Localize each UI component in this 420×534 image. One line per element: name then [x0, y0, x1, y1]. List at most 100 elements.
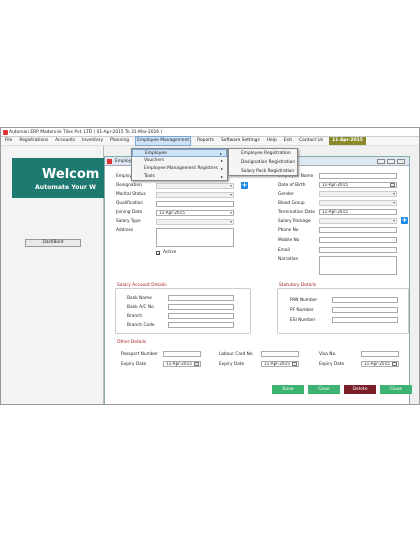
clear-button[interactable]: Clear — [308, 385, 340, 394]
active-label: Active — [163, 250, 177, 255]
menu-exit[interactable]: Exit — [283, 137, 293, 145]
salary-type-select[interactable]: ▾ — [156, 219, 234, 225]
employee-name-input[interactable] — [319, 173, 397, 179]
branch-input[interactable] — [168, 313, 234, 319]
statutory-title: Statutory Details — [279, 283, 317, 288]
other-details-title: Other Details — [117, 340, 147, 345]
menu-item-employee[interactable]: Employee ▸ — [132, 149, 227, 157]
gender-select[interactable]: ▾ — [319, 191, 397, 197]
labour-expiry-picker[interactable]: 11-Apr-2015 — [261, 361, 299, 367]
labour-expiry-value: 11-Apr-2015 — [264, 361, 290, 366]
chevron-down-icon: ▾ — [229, 219, 232, 224]
address-input[interactable] — [156, 228, 234, 247]
chevron-down-icon: ▾ — [229, 210, 232, 215]
chevron-down-icon: ▾ — [229, 192, 232, 197]
blood-group-select[interactable]: ▾ — [319, 200, 397, 206]
menu-item-vouchers[interactable]: Vouchers ▸ — [132, 157, 227, 165]
menu-item-salary-pack-registration[interactable]: Salary Pack Registration — [229, 168, 297, 176]
marital-status-select[interactable]: ▾ — [156, 192, 234, 198]
active-checkbox[interactable]: ✓ — [156, 251, 160, 256]
chevron-right-icon: ▸ — [220, 166, 223, 171]
pan-input[interactable] — [332, 297, 398, 303]
salary-type-label: Salary Type — [116, 219, 141, 224]
menu-item-label: Vouchers — [144, 158, 165, 163]
menu-item-designation-registration[interactable]: Designation Registration — [229, 159, 297, 167]
delete-button[interactable]: Delete — [344, 385, 376, 394]
welcome-title: Welcom — [42, 167, 100, 182]
menu-bar: File Registrations Accounts Inventory Pl… — [1, 136, 419, 146]
menu-item-label: Tools — [144, 174, 155, 179]
visa-input[interactable] — [361, 351, 399, 357]
marital-status-label: Marital Status — [116, 192, 146, 197]
narration-label: Narration — [278, 257, 299, 262]
menu-item-tools[interactable]: Tools ▸ — [132, 173, 227, 181]
email-label: Email — [278, 248, 290, 253]
phone-input[interactable] — [319, 227, 397, 233]
pan-label: PAN Number — [290, 298, 318, 303]
menu-reports[interactable]: Reports — [196, 137, 215, 145]
menu-accounts[interactable]: Accounts — [54, 137, 76, 145]
menu-contact-us[interactable]: Contact Us — [298, 137, 324, 145]
pf-input[interactable] — [332, 307, 398, 313]
close-button[interactable]: Close — [380, 385, 412, 394]
termination-date-picker[interactable]: 11-Apr-2015 — [319, 209, 397, 215]
minimize-icon[interactable] — [377, 159, 385, 164]
passport-input[interactable] — [163, 351, 201, 357]
narration-input[interactable] — [319, 256, 397, 275]
financial-year-badge: 11-Apr-2015 — [329, 137, 366, 145]
chevron-right-icon: ▸ — [220, 158, 223, 163]
chevron-down-icon: ▾ — [392, 200, 395, 205]
mobile-label: Mobile No — [278, 238, 300, 243]
menu-employee-management[interactable]: Employee Management — [135, 136, 192, 146]
menu-software-settings[interactable]: Software Settings — [220, 137, 261, 145]
dob-picker[interactable]: 11-Apr-2015 — [319, 182, 397, 188]
add-salary-package-button[interactable]: + — [401, 217, 408, 224]
esi-label: ESI Number — [290, 318, 316, 323]
employee-management-menu: Employee ▸ Vouchers ▸ Employee Management … — [131, 148, 228, 181]
menu-planning[interactable]: Planning — [109, 137, 130, 145]
salary-package-select[interactable]: ▾ — [319, 218, 397, 224]
branch-code-label: Branch Code — [127, 323, 155, 328]
blood-group-label: Blood Group — [278, 201, 305, 206]
designation-select[interactable]: ▾ — [156, 183, 234, 189]
employee-submenu: Employee Registration Designation Regist… — [228, 148, 298, 176]
mobile-input[interactable] — [319, 237, 397, 243]
esi-input[interactable] — [332, 317, 398, 323]
menu-item-label: Employee Management Registers — [144, 166, 218, 171]
menu-help[interactable]: Help — [266, 137, 278, 145]
calendar-icon[interactable] — [292, 362, 297, 366]
termination-date-label: Termination Date — [278, 210, 315, 215]
app-logo-icon — [3, 130, 8, 135]
passport-expiry-picker[interactable]: 11-Apr-2015 — [163, 361, 201, 367]
qualification-input[interactable] — [156, 201, 234, 207]
menu-inventory[interactable]: Inventory — [81, 137, 104, 145]
add-designation-button[interactable]: + — [241, 182, 248, 189]
close-icon[interactable] — [397, 159, 405, 164]
email-input[interactable] — [319, 247, 397, 253]
bank-ac-input[interactable] — [168, 304, 234, 310]
employee-form-window: Employee Employee Designation ▾ + Marita… — [104, 156, 412, 404]
pf-label: PF Number — [290, 308, 314, 313]
bank-name-input[interactable] — [168, 295, 234, 301]
dashboard-button[interactable]: DashBord — [25, 239, 81, 247]
labour-card-input[interactable] — [261, 351, 299, 357]
visa-expiry-picker[interactable]: 11-Apr-2015 — [361, 361, 399, 367]
branch-code-input[interactable] — [168, 322, 234, 328]
salary-account-title: Salary Account Details — [117, 283, 167, 288]
calendar-icon[interactable] — [392, 362, 397, 366]
menu-item-registers[interactable]: Employee Management Registers ▸ — [132, 165, 227, 173]
menu-item-label: Employee — [145, 151, 167, 156]
menu-file[interactable]: File — [4, 137, 13, 145]
maximize-icon[interactable] — [387, 159, 395, 164]
save-button[interactable]: Save — [272, 385, 304, 394]
menu-registrations[interactable]: Registrations — [18, 137, 49, 145]
calendar-icon[interactable] — [194, 362, 199, 366]
address-label: Address — [116, 228, 134, 233]
joining-date-picker[interactable]: 11-Apr-2015 ▾ — [156, 210, 234, 216]
calendar-icon[interactable] — [390, 183, 395, 187]
dob-value: 11-Apr-2015 — [322, 182, 348, 187]
designation-label: Designation — [116, 183, 142, 188]
menu-item-employee-registration[interactable]: Employee Registration — [229, 150, 297, 158]
gender-label: Gender — [278, 192, 294, 197]
welcome-subtitle: Automate Your W — [35, 184, 96, 191]
